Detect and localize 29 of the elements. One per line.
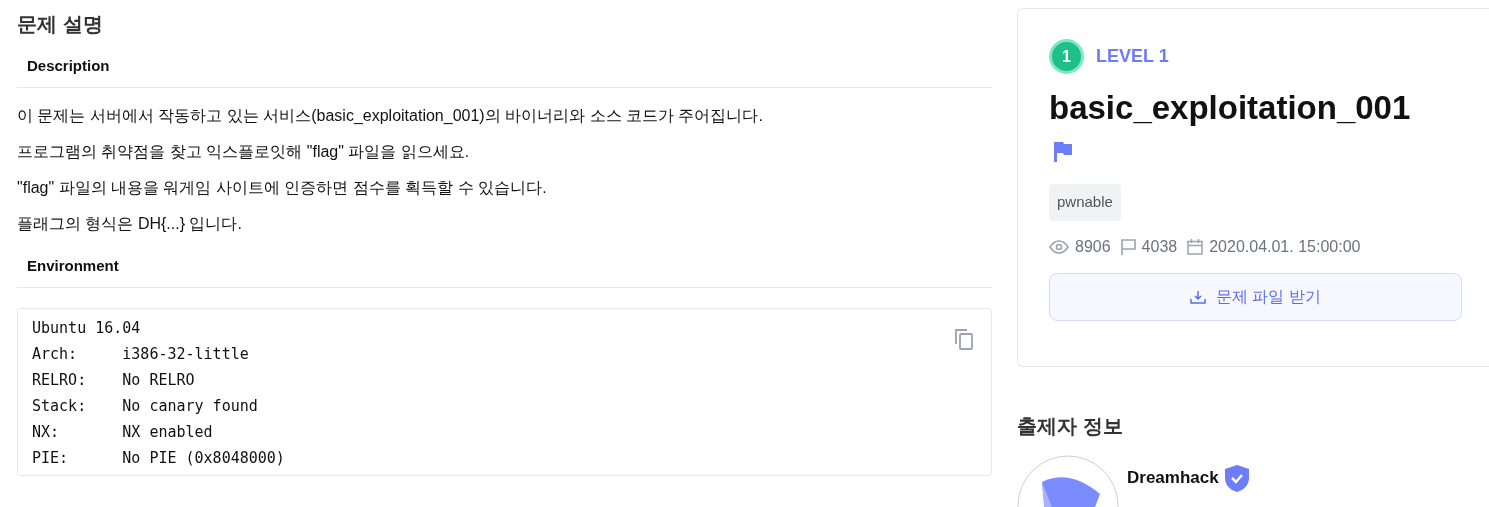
description-line: 플래그의 형식은 DH{...} 입니다. — [17, 214, 243, 234]
category-tag[interactable]: pwnable — [1049, 184, 1121, 221]
description-line: "flag" 파일의 내용을 워게임 사이트에 인증하면 점수를 획득할 수 있습니다. — [17, 178, 548, 198]
code-line: RELRO: No RELRO — [32, 370, 195, 391]
code-line: Ubuntu 16.04 — [32, 318, 141, 339]
section-heading: Environment — [27, 257, 119, 274]
solve-count: 4038 — [1141, 236, 1178, 257]
page-heading: 문제 설명 — [17, 12, 104, 37]
flag-icon — [1120, 238, 1136, 255]
eye-icon — [1049, 239, 1069, 254]
level-label: LEVEL 1 — [1096, 45, 1169, 68]
flag-icon — [1054, 142, 1073, 162]
download-button[interactable]: 문제 파일 받기 — [1049, 272, 1462, 321]
view-count: 8906 — [1075, 236, 1111, 257]
description-line: 프로그램의 취약점을 찾고 익스플로잇해 "flag" 파일을 읽으세요. — [17, 142, 471, 162]
challenge-title: basic_exploitation_001 — [1049, 88, 1411, 128]
author-heading: 출제자 정보 — [1017, 414, 1123, 439]
code-line: Stack: No canary found — [32, 396, 258, 417]
author-name: Dreamhack — [1127, 467, 1219, 489]
copy-icon[interactable] — [953, 327, 975, 351]
release-date: 2020.04.01. 15:00:00 — [1209, 236, 1361, 257]
code-line: PIE: No PIE (0x8048000) — [32, 448, 285, 469]
description-line: 이 문제는 서버에서 작동하고 있는 서비스(basic_exploitation_001)의 바이너리와 소스 코드가 주어집니다. — [17, 106, 764, 126]
section-heading: Description — [27, 57, 110, 74]
level-badge: 1 — [1049, 39, 1084, 74]
code-line: NX: NX enabled — [32, 422, 213, 443]
download-icon — [1190, 289, 1207, 304]
calendar-icon — [1187, 238, 1204, 255]
code-line: Arch: i386-32-little — [32, 344, 249, 365]
